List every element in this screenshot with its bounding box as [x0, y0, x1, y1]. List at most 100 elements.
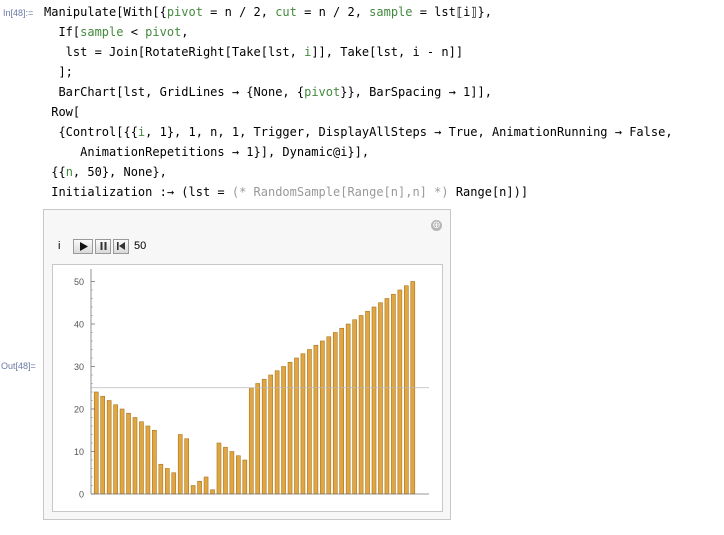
- bar: [177, 434, 183, 495]
- bar: [152, 429, 157, 495]
- manipulate-panel: ⊕ i 50 0 10 20 30 40 50: [43, 209, 451, 520]
- code-token: , 50}, None},: [72, 165, 167, 179]
- y-tick-label: 20: [74, 405, 84, 415]
- bar: [113, 404, 118, 495]
- play-icon: [79, 241, 88, 251]
- bar: [236, 455, 241, 495]
- code-variable: pivot: [304, 85, 341, 99]
- bar: [397, 289, 403, 495]
- step-back-icon: [117, 242, 125, 250]
- bar: [371, 306, 377, 495]
- bar: [274, 370, 280, 495]
- play-button[interactable]: [73, 238, 93, 254]
- code-line: AnimationRepetitions → 1}], Dynamic@i}],: [44, 142, 673, 162]
- bar: [378, 302, 383, 495]
- bar: [106, 400, 112, 495]
- code-variable: sample: [80, 25, 124, 39]
- bar: [126, 412, 131, 495]
- y-tick-label: 10: [74, 447, 84, 457]
- bar: [384, 298, 390, 495]
- code-line: Initialization :→ (lst = (* RandomSample…: [44, 182, 673, 202]
- y-tick-label: 30: [74, 362, 84, 372]
- bar: [197, 480, 202, 495]
- code-token: = n / 2,: [202, 5, 276, 19]
- y-tick-label: 0: [79, 490, 84, 500]
- output-cell-label: Out[48]=: [1, 361, 36, 371]
- bar: [294, 357, 299, 495]
- bar: [332, 332, 338, 495]
- add-bookmark-icon[interactable]: ⊕: [431, 220, 442, 231]
- y-tick-label: 50: [74, 277, 84, 287]
- control-row: i 50: [58, 237, 146, 255]
- bar: [307, 349, 312, 495]
- bar: [158, 463, 164, 495]
- code-variable: sample: [369, 5, 413, 19]
- pause-button[interactable]: [95, 238, 111, 254]
- code-line: Manipulate[With[{pivot = n / 2, cut = n …: [44, 2, 673, 22]
- code-token: BarChart[lst, GridLines → {None, {: [44, 85, 305, 99]
- code-line: lst = Join[RotateRight[Take[lst, i]], Ta…: [44, 42, 673, 62]
- bar: [100, 395, 105, 495]
- code-variable: pivot: [145, 25, 182, 39]
- code-line: {{n, 50}, None},: [44, 162, 673, 182]
- bar: [132, 417, 138, 495]
- bar: [352, 319, 357, 495]
- code-line: Row[: [44, 102, 673, 122]
- code-token: ,: [181, 25, 189, 39]
- input-code[interactable]: Manipulate[With[{pivot = n / 2, cut = n …: [44, 2, 673, 202]
- bar: [145, 425, 151, 495]
- code-token: , 1}, 1, n, 1, Trigger, DisplayAllSteps …: [145, 125, 673, 139]
- code-line: {Control[{{i, 1}, 1, n, 1, Trigger, Disp…: [44, 122, 673, 142]
- bar-chart: 0 10 20 30 40 50: [74, 269, 429, 500]
- bar: [223, 446, 228, 495]
- code-token: lst = Join[RotateRight[Take[lst,: [44, 45, 305, 59]
- bar: [255, 383, 261, 495]
- code-token: {Control[{{: [44, 125, 138, 139]
- bar: [93, 391, 99, 495]
- y-tick-label: 40: [74, 320, 84, 330]
- bar: [287, 361, 293, 495]
- bar: [345, 323, 351, 495]
- bar: [184, 438, 189, 495]
- code-token: If[: [44, 25, 81, 39]
- code-token: AnimationRepetitions → 1}], Dynamic@i}],: [44, 145, 370, 159]
- bar: [320, 340, 325, 495]
- bar: [326, 336, 332, 495]
- bar: [248, 387, 254, 495]
- code-variable: pivot: [166, 5, 203, 19]
- code-token: Manipulate[With[{: [44, 5, 167, 19]
- bar: [229, 451, 235, 495]
- bar: [391, 293, 396, 495]
- code-line: If[sample < pivot,: [44, 22, 673, 42]
- bar: [268, 374, 273, 495]
- bar: [164, 468, 170, 495]
- bar: [365, 310, 370, 495]
- reset-button[interactable]: [113, 238, 129, 254]
- code-variable: cut: [275, 5, 297, 19]
- control-label: i: [58, 240, 61, 252]
- code-token: ];: [44, 65, 73, 79]
- pause-icon: [100, 242, 106, 250]
- bar: [171, 472, 177, 495]
- code-token: Row[: [44, 105, 81, 119]
- bar: [119, 408, 125, 495]
- control-value: 50: [134, 240, 147, 252]
- code-variable: n: [65, 165, 73, 179]
- code-line: ];: [44, 62, 673, 82]
- bar: [261, 378, 267, 495]
- bar: [300, 353, 306, 495]
- bar: [313, 344, 319, 495]
- bar: [404, 285, 409, 495]
- bar: [210, 489, 215, 495]
- bar: [358, 315, 364, 495]
- code-comment: (* RandomSample[Range[n],n] *): [231, 185, 449, 199]
- code-token: Range[n])]: [448, 185, 529, 199]
- bar: [139, 421, 144, 495]
- code-token: = lst⟦i⟧},: [412, 5, 492, 19]
- bar: [203, 476, 209, 495]
- input-cell-label: In[48]:=: [3, 8, 34, 18]
- code-line: BarChart[lst, GridLines → {None, {pivot}…: [44, 82, 673, 102]
- plot-frame: 0 10 20 30 40 50: [52, 264, 443, 512]
- bar: [190, 485, 196, 495]
- code-token: <: [123, 25, 146, 39]
